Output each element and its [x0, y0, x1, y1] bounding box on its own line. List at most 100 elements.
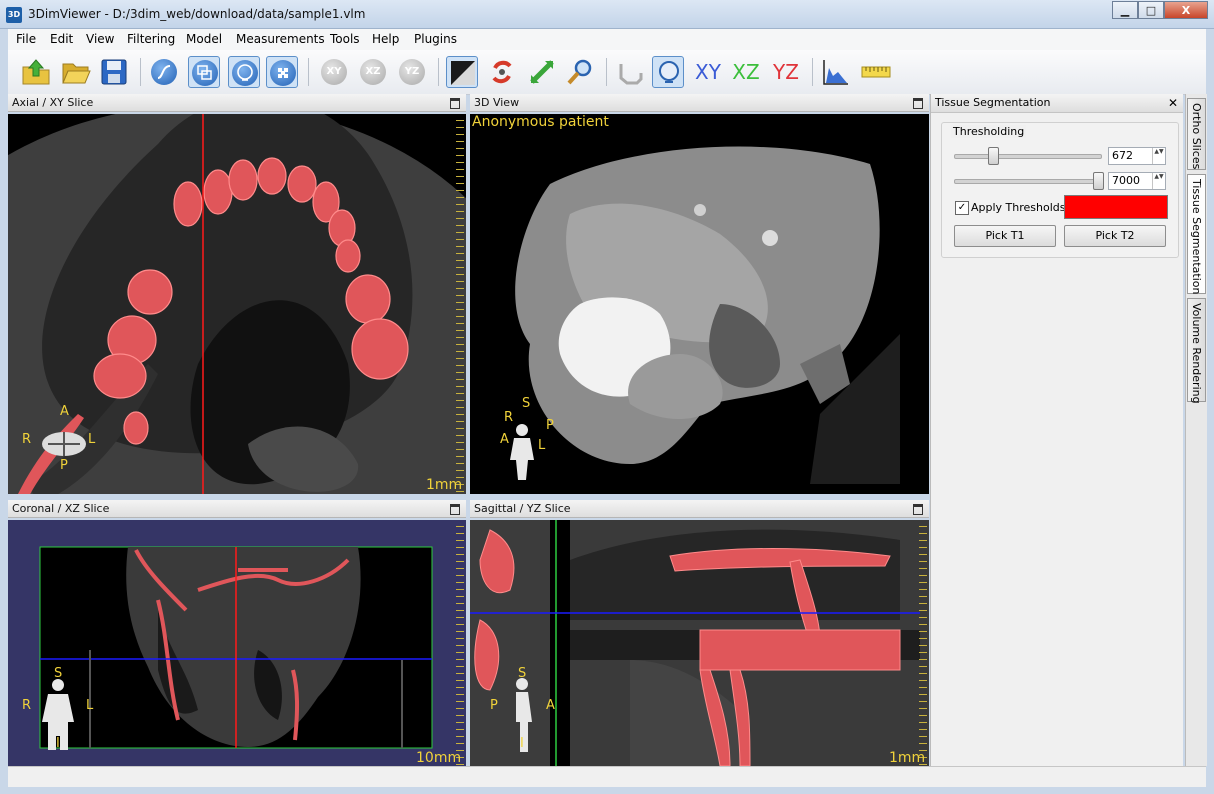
menu-file[interactable]: File — [16, 32, 36, 46]
slice-xy-button[interactable]: XY — [318, 56, 350, 88]
show-bone-model-button[interactable] — [614, 56, 646, 88]
tab-ortho-slices-label: Ortho Slices — [1190, 103, 1203, 170]
3d-view-button[interactable] — [228, 56, 260, 88]
move-scene-button[interactable] — [526, 56, 558, 88]
main-toolbar: XY XZ YZ XY XZ YZ — [8, 50, 1206, 95]
3d-panel-header: 3D View — [470, 94, 929, 112]
measure-distance-button[interactable] — [860, 56, 892, 88]
tab-tissue-segmentation-label: Tissue Segmentation — [1190, 179, 1203, 295]
window-controls: ▁ □ X — [1112, 1, 1208, 20]
pick-t2-button[interactable]: Pick T2 — [1064, 225, 1166, 247]
slice-yz-button[interactable]: YZ — [396, 56, 428, 88]
volume-rendering-button[interactable] — [266, 56, 298, 88]
toolbar-separator — [140, 58, 141, 86]
coronal-orient-right: L — [86, 698, 94, 713]
floppy-disk-icon — [101, 59, 127, 85]
slice-xz-button[interactable]: XZ — [357, 56, 389, 88]
tab-ortho-slices[interactable]: Ortho Slices — [1187, 98, 1206, 170]
3d-orient-r: R — [504, 410, 514, 425]
spin-arrows-icon[interactable]: ▲▼ — [1152, 148, 1165, 164]
menu-filtering[interactable]: Filtering — [127, 32, 175, 46]
move-arrows-icon — [530, 60, 554, 84]
folder-open-icon — [62, 63, 91, 84]
axial-slice-view[interactable]: A R L P 1mm — [0, 96, 538, 604]
t2-spinbox[interactable]: 7000 ▲▼ — [1108, 172, 1166, 190]
t2-slider-track[interactable] — [954, 179, 1102, 184]
sagittal-ct-image — [470, 520, 930, 767]
spin-arrows-icon[interactable]: ▲▼ — [1152, 173, 1165, 189]
jaw-icon — [619, 64, 643, 85]
head-outline-icon — [659, 61, 679, 83]
menu-tools[interactable]: Tools — [330, 32, 360, 46]
save-button[interactable] — [98, 56, 130, 88]
histogram-button[interactable] — [820, 56, 852, 88]
tab-volume-rendering[interactable]: Volume Rendering — [1187, 298, 1206, 404]
view-xz-button[interactable]: XZ — [730, 56, 762, 88]
histogram-icon — [823, 60, 848, 85]
minimize-button[interactable]: ▁ — [1112, 1, 1138, 19]
coronal-orient-top: S — [54, 666, 63, 681]
magnifier-icon — [567, 59, 592, 85]
open-dicom-button[interactable] — [20, 56, 52, 88]
maximize-button[interactable]: □ — [1138, 1, 1164, 19]
t2-value: 7000 — [1112, 174, 1140, 187]
t1-value: 672 — [1112, 149, 1133, 162]
curve-icon — [151, 59, 177, 85]
undock-icon[interactable] — [913, 98, 923, 109]
close-button[interactable]: X — [1164, 1, 1208, 19]
coronal-scale-ruler — [456, 520, 464, 766]
menu-edit[interactable]: Edit — [50, 32, 73, 46]
window-title: 3DimViewer - D:/3dim_web/download/data/s… — [28, 7, 366, 21]
coronal-panel-title: Coronal / XZ Slice — [12, 502, 110, 515]
tab-volume-rendering-label: Volume Rendering — [1190, 303, 1203, 404]
segmentation-panel-header: Tissue Segmentation ✕ — [931, 94, 1183, 113]
menu-help[interactable]: Help — [372, 32, 399, 46]
3d-orient-l: L — [538, 438, 546, 453]
t1-slider-thumb[interactable] — [987, 147, 999, 165]
segmentation-color-button[interactable] — [1064, 195, 1168, 219]
sagittal-slice-view[interactable]: S P A I 1mm — [470, 520, 930, 767]
coronal-slice-view[interactable]: S R L I 10mm — [8, 520, 466, 766]
sagittal-orient-bottom: I — [520, 736, 524, 751]
undock-icon[interactable] — [913, 504, 923, 515]
axial-orient-top: A — [60, 404, 69, 419]
sagittal-orient-right: A — [546, 698, 555, 713]
tab-tissue-segmentation[interactable]: Tissue Segmentation — [1187, 174, 1206, 294]
undock-icon[interactable] — [450, 504, 460, 515]
sagittal-orient-top: S — [518, 666, 527, 681]
sagittal-scale-ruler — [919, 520, 927, 766]
pick-t1-button[interactable]: Pick T1 — [954, 225, 1056, 247]
view-yz-button[interactable]: YZ — [770, 56, 802, 88]
density-window-button[interactable] — [148, 56, 180, 88]
show-volume-button[interactable] — [652, 56, 684, 88]
menu-bar: File Edit View Filtering Model Measureme… — [8, 29, 1206, 51]
menu-measurements[interactable]: Measurements — [236, 32, 325, 46]
axial-orient-left: R — [22, 432, 32, 447]
sagittal-panel-header: Sagittal / YZ Slice — [470, 500, 929, 518]
sagittal-panel-title: Sagittal / YZ Slice — [474, 502, 571, 515]
checker-icon — [270, 60, 296, 86]
panel-close-icon[interactable]: ✕ — [1168, 94, 1178, 112]
zoom-button[interactable] — [564, 56, 596, 88]
coronal-ct-image — [39, 546, 433, 750]
axial-ct-image — [0, 96, 538, 604]
slice-views-button[interactable] — [188, 56, 220, 88]
open-volume-button[interactable] — [60, 56, 92, 88]
ruler-icon — [861, 66, 891, 78]
menu-model[interactable]: Model — [186, 32, 222, 46]
apply-thresholds-checkbox[interactable]: ✓ — [955, 201, 969, 215]
3d-panel-title: 3D View — [474, 96, 520, 109]
undock-icon[interactable] — [450, 98, 460, 109]
view-xy-button[interactable]: XY — [692, 56, 724, 88]
segmentation-panel-title: Tissue Segmentation — [935, 96, 1051, 109]
density-contrast-button[interactable] — [446, 56, 478, 88]
menu-plugins[interactable]: Plugins — [414, 32, 457, 46]
toolbar-separator — [438, 58, 439, 86]
rotate-scene-button[interactable] — [486, 56, 518, 88]
t1-spinbox[interactable]: 672 ▲▼ — [1108, 147, 1166, 165]
3d-volume-view[interactable]: Anonymous patient S R P A L — [470, 114, 929, 494]
t1-slider-track[interactable] — [954, 154, 1102, 159]
menu-view[interactable]: View — [86, 32, 114, 46]
axial-scale-ruler — [456, 114, 464, 494]
t2-slider-thumb[interactable] — [1093, 172, 1105, 190]
